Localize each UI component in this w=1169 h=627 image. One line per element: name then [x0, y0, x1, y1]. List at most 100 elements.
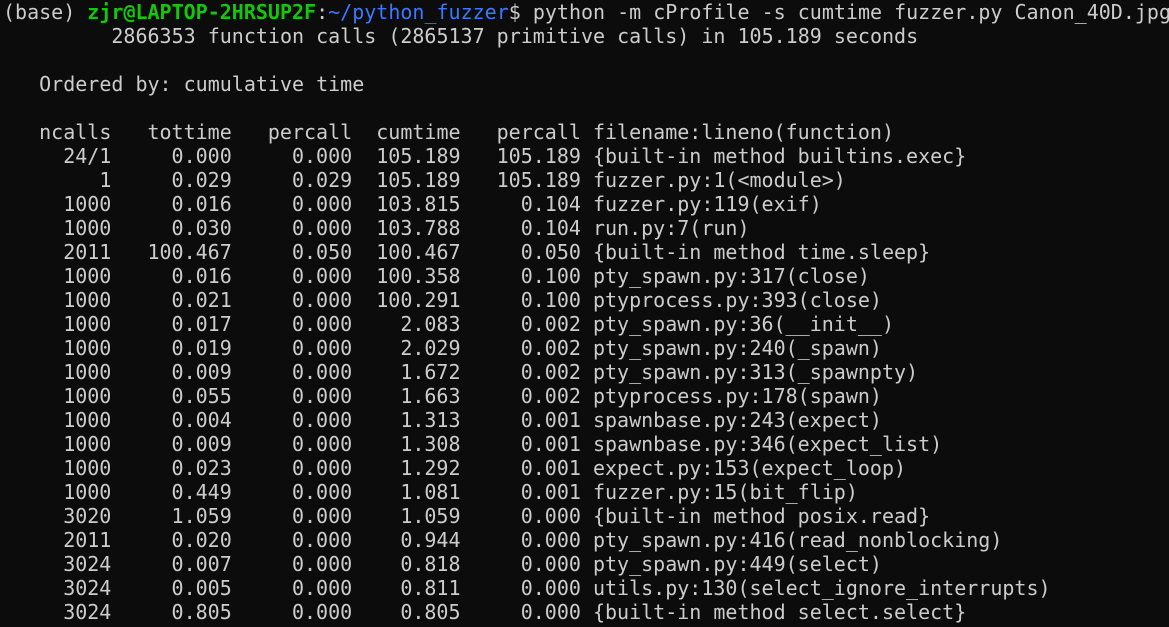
prompt-line: (base) zjr@LAPTOP-2HRSUP2F:~/python_fuzz… [3, 0, 1169, 24]
cell-tottime: 0.016 [171, 192, 232, 216]
cell-cumtime: 0.944 [400, 528, 461, 552]
prompt-dollar: $ [508, 0, 521, 24]
table-body: 24/1 0.000 0.000 105.189 105.189 {built-in me… [3, 144, 1169, 624]
cell-function: {built-in method select.select} [592, 600, 967, 624]
cell-cumtime: 1.313 [400, 408, 461, 432]
cell-cumtime: 1.081 [400, 480, 461, 504]
cell-tottime: 0.004 [171, 408, 232, 432]
cell-ncalls: 1000 [63, 264, 112, 288]
cell-function: pty_spawn.py:313(_spawnpty) [592, 360, 919, 384]
cell-function: {built-in method posix.read} [592, 504, 931, 528]
table-row: 1000 0.021 0.000 100.291 0.100 ptyprocess.py:… [3, 288, 1169, 312]
cell-cumtime: 2.029 [400, 336, 461, 360]
cell-percall: 0.000 [291, 288, 353, 312]
cell-ncalls: 1000 [63, 312, 112, 336]
cell-cumtime: 0.805 [400, 600, 461, 624]
table-row: 2011 100.467 0.050 100.467 0.050 {built-in me… [3, 240, 1169, 264]
cell-ncalls: 3024 [63, 600, 112, 624]
table-row: 1000 0.016 0.000 103.815 0.104 fuzzer.py:119(… [3, 192, 1169, 216]
cell-percall-cumulative: 0.000 [520, 576, 581, 600]
cell-ncalls: 1000 [63, 456, 112, 480]
cell-function: {built-in method time.sleep} [592, 240, 931, 264]
cell-tottime: 0.030 [171, 216, 232, 240]
cell-tottime: 100.467 [147, 240, 232, 264]
cell-tottime: 0.805 [171, 600, 232, 624]
cell-cumtime: 1.308 [400, 432, 461, 456]
cell-tottime: 0.017 [171, 312, 232, 336]
cell-ncalls: 3024 [63, 552, 112, 576]
cell-cumtime: 0.818 [400, 552, 461, 576]
cell-ncalls: 2011 [63, 528, 112, 552]
cell-ncalls: 1000 [63, 360, 112, 384]
cell-percall-cumulative: 0.001 [520, 432, 581, 456]
table-row: 1000 0.030 0.000 103.788 0.104 run.py:7(run) [3, 216, 1169, 240]
terminal-window[interactable]: (base) zjr@LAPTOP-2HRSUP2F:~/python_fuzz… [0, 0, 1169, 627]
header-function: filename:lineno(function) [592, 120, 894, 144]
cell-tottime: 0.020 [171, 528, 232, 552]
header-cumtime: cumtime [376, 120, 461, 144]
cell-ncalls: 3024 [63, 576, 112, 600]
cell-function: expect.py:153(expect_loop) [592, 456, 907, 480]
table-row: 3024 0.007 0.000 0.818 0.000 pty_spawn.py:449… [3, 552, 1169, 576]
cell-percall: 0.000 [291, 336, 353, 360]
cell-tottime: 0.021 [171, 288, 232, 312]
table-row: 1000 0.019 0.000 2.029 0.002 pty_spawn.py:240… [3, 336, 1169, 360]
cell-percall-cumulative: 0.001 [520, 480, 581, 504]
cell-function: pty_spawn.py:416(read_nonblocking) [592, 528, 1003, 552]
cell-percall: 0.050 [291, 240, 353, 264]
cell-percall: 0.000 [291, 528, 353, 552]
cell-function: run.py:7(run) [592, 216, 750, 240]
cell-ncalls: 1000 [63, 192, 112, 216]
cell-tottime: 1.059 [171, 504, 232, 528]
cell-tottime: 0.449 [171, 480, 232, 504]
cell-percall-cumulative: 0.000 [520, 504, 581, 528]
cell-tottime: 0.019 [171, 336, 232, 360]
cell-tottime: 0.009 [171, 432, 232, 456]
cell-ncalls: 1000 [63, 480, 112, 504]
table-row: 3024 0.805 0.000 0.805 0.000 {built-in method… [3, 600, 1169, 624]
cell-ncalls: 1000 [63, 216, 112, 240]
table-row: 1000 0.016 0.000 100.358 0.100 pty_spawn.py:3… [3, 264, 1169, 288]
table-row: 1000 0.009 0.000 1.308 0.001 spawnbase.py:346… [3, 432, 1169, 456]
cell-function: ptyprocess.py:178(spawn) [592, 384, 882, 408]
conda-env: (base) [3, 0, 88, 24]
cell-function: spawnbase.py:346(expect_list) [592, 432, 943, 456]
header-ncalls: ncalls [39, 120, 112, 144]
cell-cumtime: 100.467 [376, 240, 461, 264]
cell-function: ptyprocess.py:393(close) [592, 288, 882, 312]
cell-percall: 0.000 [291, 432, 353, 456]
cell-tottime: 0.029 [171, 168, 232, 192]
cell-percall-cumulative: 0.001 [520, 456, 581, 480]
cell-cumtime: 1.663 [400, 384, 461, 408]
table-row: 1000 0.004 0.000 1.313 0.001 spawnbase.py:243… [3, 408, 1169, 432]
cell-percall: 0.000 [291, 144, 353, 168]
cell-function: pty_spawn.py:449(select) [592, 552, 882, 576]
cell-cumtime: 1.292 [400, 456, 461, 480]
cell-percall-cumulative: 0.050 [520, 240, 581, 264]
cell-percall: 0.000 [291, 360, 353, 384]
cell-function: spawnbase.py:243(expect) [592, 408, 882, 432]
cell-percall: 0.000 [291, 216, 353, 240]
cell-percall: 0.000 [291, 384, 353, 408]
cell-tottime: 0.009 [171, 360, 232, 384]
cell-cumtime: 2.083 [400, 312, 461, 336]
summary-line: 2866353 function calls (2865137 primitiv… [3, 24, 919, 48]
table-row: 1000 0.449 0.000 1.081 0.001 fuzzer.py:15(bit… [3, 480, 1169, 504]
prompt-colon: : [316, 0, 329, 24]
cell-cumtime: 100.358 [376, 264, 461, 288]
cell-tottime: 0.007 [171, 552, 232, 576]
table-row: 1000 0.023 0.000 1.292 0.001 expect.py:153(ex… [3, 456, 1169, 480]
cell-percall: 0.000 [291, 504, 353, 528]
cell-cumtime: 0.811 [400, 576, 461, 600]
cell-percall: 0.000 [291, 480, 353, 504]
cell-percall-cumulative: 0.104 [520, 192, 581, 216]
cell-function: fuzzer.py:119(exif) [592, 192, 822, 216]
cell-percall-cumulative: 105.189 [496, 168, 581, 192]
ordered-by-line: Ordered by: cumulative time [3, 72, 365, 96]
header-tottime: tottime [147, 120, 232, 144]
cell-ncalls: 1000 [63, 336, 112, 360]
cell-tottime: 0.000 [171, 144, 232, 168]
cell-percall-cumulative: 0.000 [520, 600, 581, 624]
cell-ncalls: 1000 [63, 408, 112, 432]
